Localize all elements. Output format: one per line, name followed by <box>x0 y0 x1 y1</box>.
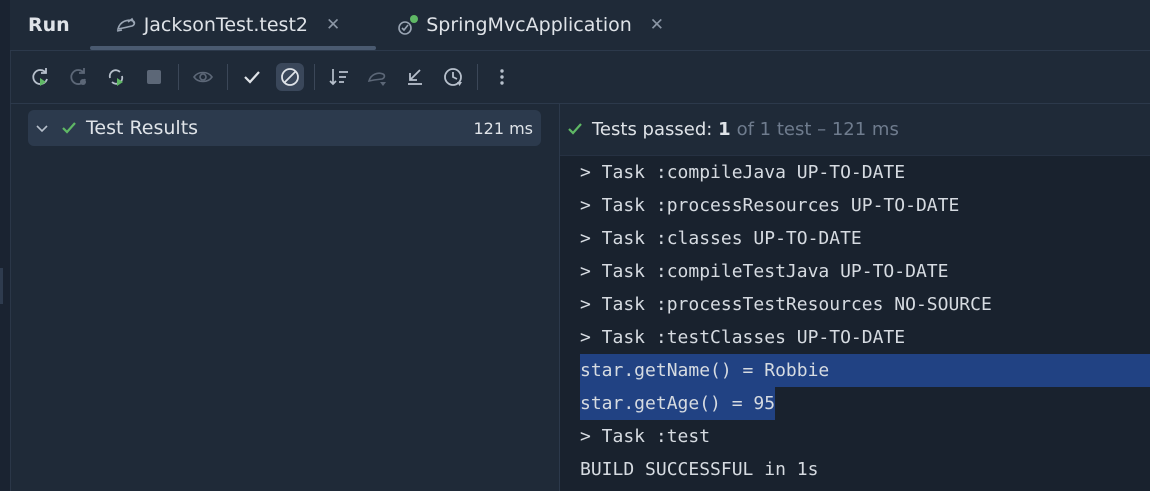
console-line: > Task :processResources UP-TO-DATE <box>580 195 960 216</box>
tab-jacksontest-test2[interactable]: JacksonTest.test2 ✕ <box>89 0 376 50</box>
more-icon[interactable] <box>488 63 516 91</box>
test-results-label: Test Results <box>86 117 199 139</box>
history-icon[interactable] <box>439 63 467 91</box>
sort-icon[interactable] <box>325 63 353 91</box>
tests-summary-text: of 1 test – 121 ms <box>736 118 899 140</box>
test-status-bar: Tests passed: 1 of 1 test – 121 ms <box>560 103 1150 156</box>
rerun-icon[interactable] <box>26 63 54 91</box>
console-line-selected: star.getName() = Robbie <box>580 354 1150 387</box>
close-icon[interactable]: ✕ <box>650 15 664 35</box>
console-line: > Task :test <box>580 426 711 447</box>
test-results-duration: 121 ms <box>473 118 533 138</box>
console-line: > Task :testClasses UP-TO-DATE <box>580 327 906 348</box>
import-tests-icon[interactable] <box>363 63 391 91</box>
test-runner-toolbar <box>10 51 1150 104</box>
toolbar-divider <box>178 64 179 90</box>
tab-springmvcapplication[interactable]: SpringMvcApplication ✕ <box>386 0 678 50</box>
tests-passed-text: Tests passed: 1 <box>592 118 731 140</box>
passed-check-icon <box>60 119 78 137</box>
test-runner-icon <box>114 13 138 37</box>
console-line-selected: star.getAge() = 95 <box>580 387 776 420</box>
test-results-root[interactable]: Test Results 121 ms <box>28 110 541 146</box>
run-tab-bar: Run JacksonTest.test2 ✕ SpringMvcApplica… <box>10 0 1150 51</box>
show-passed-icon[interactable] <box>238 63 266 91</box>
chevron-down-icon[interactable] <box>34 120 50 136</box>
tab-label: SpringMvcApplication <box>426 14 632 36</box>
console-line: > Task :classes UP-TO-DATE <box>580 228 862 249</box>
run-tool-window-title: Run <box>28 14 70 36</box>
toggle-autotest-icon[interactable] <box>102 63 130 91</box>
show-ignored-toggle-icon[interactable] <box>276 63 304 91</box>
toolbar-divider <box>227 64 228 90</box>
spring-boot-icon <box>396 13 420 37</box>
rerun-failed-icon[interactable] <box>64 63 92 91</box>
console-line: > Task :compileTestJava UP-TO-DATE <box>580 261 949 282</box>
console-output[interactable]: > Task :compileJava UP-TO-DATE > Task :p… <box>560 156 1150 491</box>
show-ignored-icon[interactable] <box>189 63 217 91</box>
passed-check-icon <box>566 120 584 138</box>
console-line: > Task :compileJava UP-TO-DATE <box>580 162 906 183</box>
console-line: > Task :processTestResources NO-SOURCE <box>580 294 992 315</box>
stop-icon[interactable] <box>140 63 168 91</box>
toolbar-divider <box>477 64 478 90</box>
console-line: BUILD SUCCESSFUL in 1s <box>580 459 819 480</box>
toolbar-divider <box>314 64 315 90</box>
close-icon[interactable]: ✕ <box>326 15 340 35</box>
tab-label: JacksonTest.test2 <box>143 14 308 36</box>
gutter-handle[interactable] <box>0 268 3 304</box>
collapse-icon[interactable] <box>401 63 429 91</box>
